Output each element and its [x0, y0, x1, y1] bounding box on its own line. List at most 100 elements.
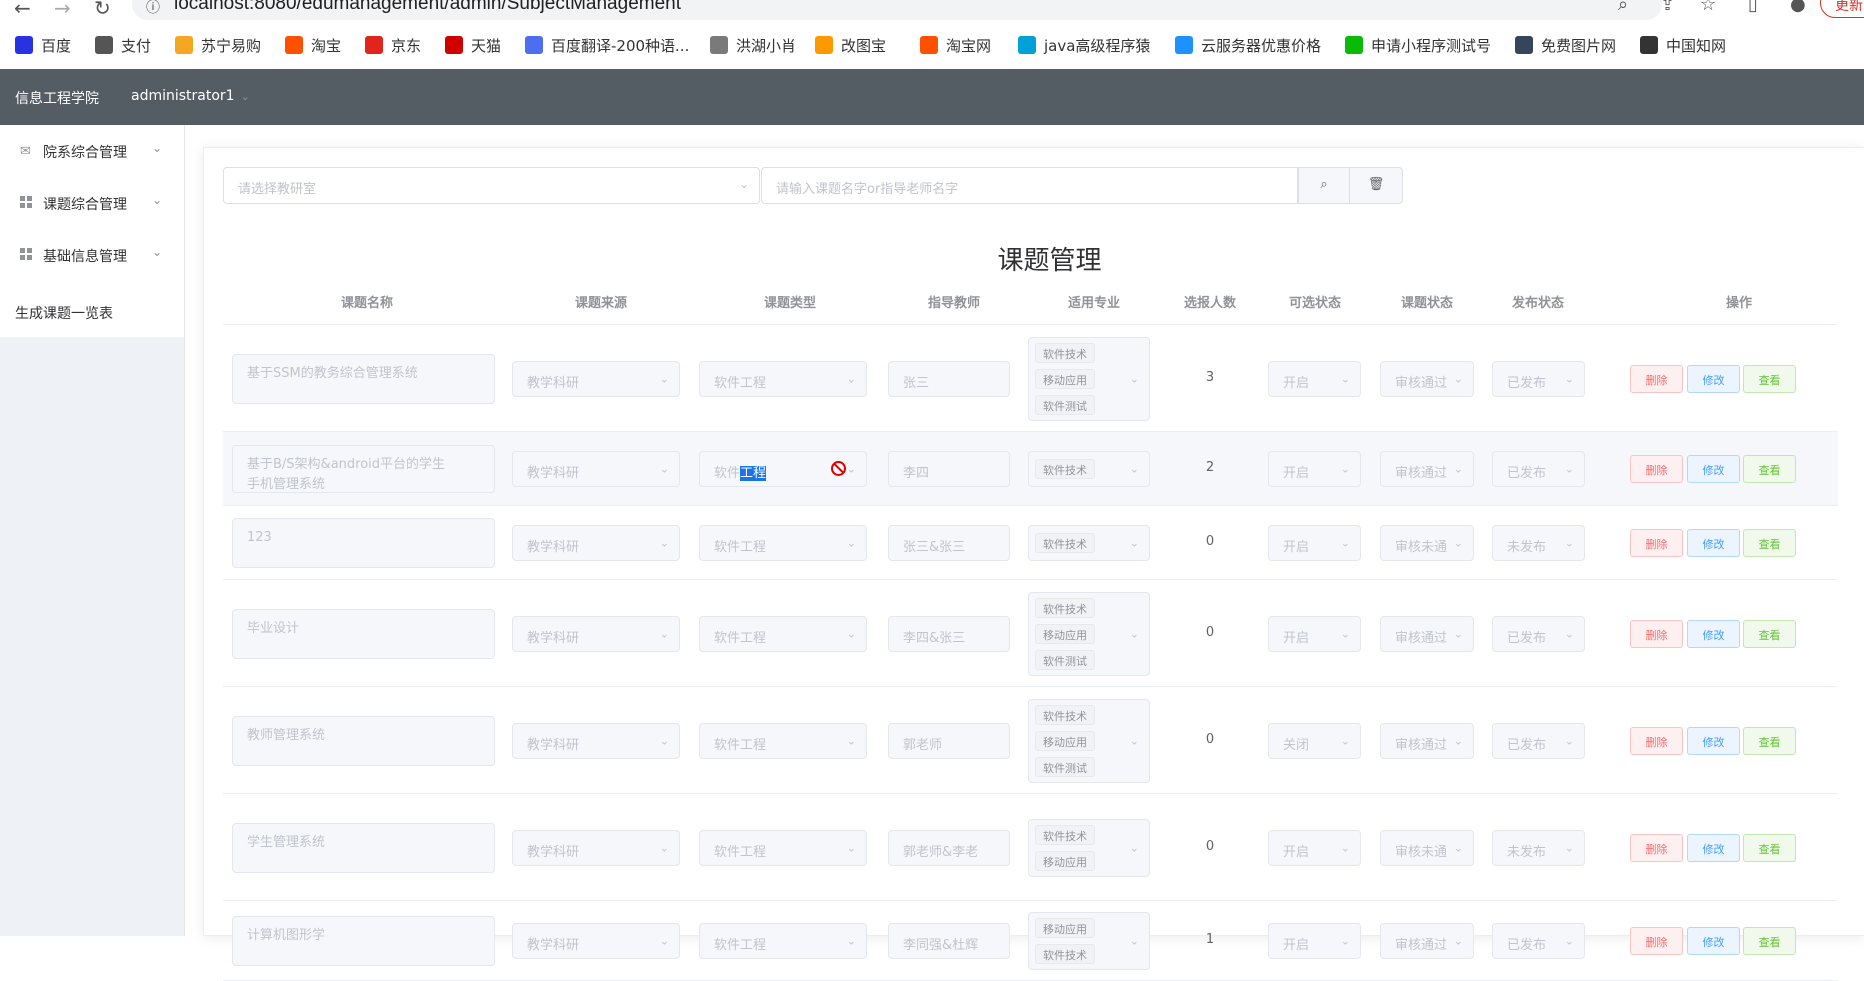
review-status-select[interactable]: 审核未通 ⌄ [1380, 525, 1474, 561]
bookmark-item[interactable]: 淘宝网 [920, 35, 991, 56]
source-select[interactable]: 教学科研 ⌄ [512, 615, 680, 652]
review-status-select[interactable]: 审核通过 ⌄ [1380, 923, 1474, 959]
delete-button[interactable]: 删除 [1630, 927, 1683, 955]
edit-button[interactable]: 修改 [1687, 364, 1740, 393]
publish-status-select[interactable]: 已发布 ⌄ [1492, 722, 1585, 759]
major-multiselect[interactable]: 软件技术 移动应用 软件测试 ⌄ [1028, 336, 1150, 421]
forward-arrow-icon[interactable]: → [54, 0, 71, 20]
source-select[interactable]: 教学科研 ⌄ [512, 360, 680, 397]
selectable-select[interactable]: 关闭 ⌄ [1268, 722, 1361, 759]
subject-name-field[interactable]: 123 [232, 518, 495, 568]
teacher-field[interactable]: 李四&张三 [888, 615, 1010, 652]
subject-name-field[interactable]: 教师管理系统 [232, 715, 495, 766]
search-button[interactable]: ⌕ [1298, 167, 1350, 204]
major-multiselect[interactable]: 软件技术 移动应用 软件测试 ⌄ [1028, 591, 1150, 676]
edit-button[interactable]: 修改 [1687, 927, 1740, 955]
selectable-select[interactable]: 开启 ⌄ [1268, 451, 1361, 487]
edit-button[interactable]: 修改 [1687, 455, 1740, 483]
view-button[interactable]: 查看 [1743, 726, 1796, 755]
bookmark-item[interactable]: 改图宝 [815, 35, 886, 56]
teacher-field[interactable]: 李同强&杜辉 [888, 923, 1010, 959]
update-button[interactable]: 更新 [1820, 0, 1864, 18]
share-icon[interactable]: ⇪ [1660, 0, 1675, 15]
bookmark-star-icon[interactable]: ☆ [1700, 0, 1716, 15]
bookmark-item[interactable]: 云服务器优惠价格 [1175, 35, 1321, 56]
source-select[interactable]: 教学科研 ⌄ [512, 923, 680, 959]
selectable-select[interactable]: 开启 ⌄ [1268, 525, 1361, 561]
sidebar-item-department[interactable]: ✉ 院系综合管理 ⌄ [0, 125, 184, 177]
bookmark-item[interactable]: 中国知网 [1640, 35, 1726, 56]
teacher-field[interactable]: 郭老师 [888, 722, 1010, 759]
major-multiselect[interactable]: 软件技术 移动应用 软件测试 ⌄ [1028, 698, 1150, 783]
sidebar-item-generate-list[interactable]: 生成课题一览表 [15, 303, 113, 323]
type-select[interactable]: 软件工程 ⌄ [699, 525, 867, 561]
publish-status-select[interactable]: 已发布 ⌄ [1492, 923, 1585, 959]
view-button[interactable]: 查看 [1743, 619, 1796, 648]
delete-button[interactable]: 删除 [1630, 364, 1683, 393]
edit-button[interactable]: 修改 [1687, 726, 1740, 755]
bookmark-item[interactable]: java高级程序猿 [1018, 35, 1150, 56]
view-button[interactable]: 查看 [1743, 529, 1796, 557]
selectable-select[interactable]: 开启 ⌄ [1268, 360, 1361, 397]
bookmark-item[interactable]: 支付 [95, 35, 151, 56]
review-status-select[interactable]: 审核未通 ⌄ [1380, 829, 1474, 866]
office-select[interactable]: 请选择教研室 ⌄ [223, 167, 760, 204]
teacher-field[interactable]: 张三&张三 [888, 525, 1010, 561]
major-multiselect[interactable]: 软件技术 ⌄ [1028, 451, 1150, 487]
publish-status-select[interactable]: 已发布 ⌄ [1492, 451, 1585, 487]
bookmark-item[interactable]: 免费图片网 [1515, 35, 1616, 56]
delete-button[interactable]: 删除 [1630, 619, 1683, 648]
bookmark-item[interactable]: 申请小程序测试号 [1345, 35, 1491, 56]
teacher-field[interactable]: 张三 [888, 360, 1010, 397]
delete-button[interactable]: 删除 [1630, 455, 1683, 483]
type-select[interactable]: 软件工程 ⌄ [699, 923, 867, 959]
publish-status-select[interactable]: 未发布 ⌄ [1492, 829, 1585, 866]
source-select[interactable]: 教学科研 ⌄ [512, 525, 680, 561]
major-multiselect[interactable]: 软件技术 移动应用 ⌄ [1028, 818, 1150, 877]
selectable-select[interactable]: 开启 ⌄ [1268, 615, 1361, 652]
source-select[interactable]: 教学科研 ⌄ [512, 722, 680, 759]
major-multiselect[interactable]: 移动应用 软件技术 ⌄ [1028, 912, 1150, 970]
subject-name-field[interactable]: 毕业设计 [232, 608, 495, 659]
review-status-select[interactable]: 审核通过 ⌄ [1380, 615, 1474, 652]
publish-status-select[interactable]: 已发布 ⌄ [1492, 615, 1585, 652]
profile-icon[interactable]: ● [1790, 0, 1806, 15]
bookmark-item[interactable]: 百度翻译-200种语... [525, 35, 689, 56]
source-select[interactable]: 教学科研 ⌄ [512, 829, 680, 866]
reload-icon[interactable]: ↻ [94, 0, 111, 20]
delete-button[interactable]: 删除 [1630, 833, 1683, 862]
subject-name-field[interactable]: 学生管理系统 [232, 822, 495, 873]
view-button[interactable]: 查看 [1743, 364, 1796, 393]
subject-name-field[interactable]: 基于B/S架构&android平台的学生手机管理系统 [232, 445, 495, 493]
bookmark-item[interactable]: 苏宁易购 [175, 35, 261, 56]
site-info-icon[interactable]: ⓘ [146, 0, 160, 17]
major-multiselect[interactable]: 软件技术 ⌄ [1028, 525, 1150, 561]
search-input[interactable]: 请输入课题名字or指导老师名字 [761, 167, 1298, 204]
bookmark-item[interactable]: 天猫 [445, 35, 501, 56]
review-status-select[interactable]: 审核通过 ⌄ [1380, 722, 1474, 759]
address-bar[interactable]: ⓘ localhost:8080/edumanagement/admin/Sub… [132, 0, 1662, 20]
review-status-select[interactable]: 审核通过 ⌄ [1380, 360, 1474, 397]
source-select[interactable]: 教学科研 ⌄ [512, 451, 680, 487]
subject-name-field[interactable]: 计算机图形学 [232, 916, 495, 966]
zoom-icon[interactable]: ⌕ [1618, 0, 1628, 15]
publish-status-select[interactable]: 已发布 ⌄ [1492, 360, 1585, 397]
bookmark-item[interactable]: 百度 [15, 35, 71, 56]
type-select[interactable]: ⌄ 软件工程 [699, 451, 867, 487]
delete-button[interactable]: 删除 [1630, 529, 1683, 557]
type-select[interactable]: 软件工程 ⌄ [699, 722, 867, 759]
subject-name-field[interactable]: 基于SSM的教务综合管理系统 [232, 353, 495, 404]
side-panel-icon[interactable]: ▯ [1748, 0, 1758, 15]
teacher-field[interactable]: 李四 [888, 451, 1010, 487]
view-button[interactable]: 查看 [1743, 455, 1796, 483]
selectable-select[interactable]: 开启 ⌄ [1268, 829, 1361, 866]
type-select[interactable]: 软件工程 ⌄ [699, 829, 867, 866]
selectable-select[interactable]: 开启 ⌄ [1268, 923, 1361, 959]
view-button[interactable]: 查看 [1743, 927, 1796, 955]
user-dropdown[interactable]: administrator1 ⌄ [131, 88, 250, 104]
type-select[interactable]: 软件工程 ⌄ [699, 615, 867, 652]
clear-button[interactable]: 🗑 [1350, 167, 1403, 204]
bookmark-item[interactable]: 淘宝 [285, 35, 341, 56]
delete-button[interactable]: 删除 [1630, 726, 1683, 755]
sidebar-item-basic-info[interactable]: 基础信息管理 ⌄ [0, 229, 184, 281]
